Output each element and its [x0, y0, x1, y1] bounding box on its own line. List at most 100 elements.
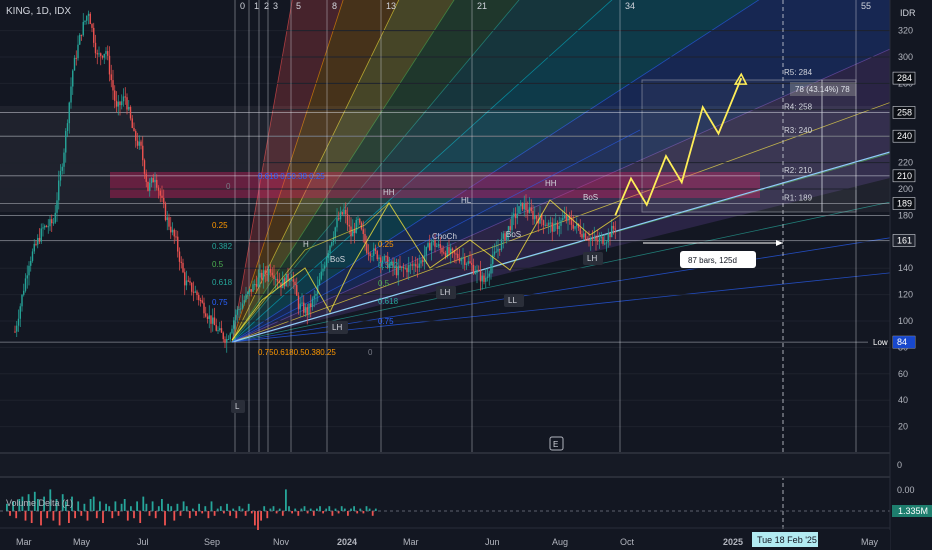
- volume-delta-title[interactable]: Volume Delta (1): [6, 498, 73, 508]
- volume-delta-bar: [114, 501, 117, 511]
- volume-delta-bar: [312, 511, 315, 516]
- candle-body: [579, 228, 581, 235]
- candle-body: [178, 251, 181, 262]
- candle-body: [185, 280, 188, 286]
- volume-delta-bar: [198, 503, 200, 511]
- candle-body: [250, 289, 252, 292]
- candle-body: [161, 195, 163, 198]
- candle-body: [157, 187, 160, 191]
- candle-body: [177, 236, 179, 252]
- candle-body: [369, 253, 371, 257]
- volume-delta-bar: [46, 511, 49, 519]
- candle-body: [243, 300, 245, 304]
- volume-delta-bar: [371, 511, 374, 516]
- candle-body: [154, 179, 156, 183]
- candle-body: [600, 236, 602, 239]
- price-tick: 40: [898, 395, 908, 405]
- candle-body: [497, 248, 499, 252]
- candle-body: [37, 237, 39, 245]
- price-tag: 240: [897, 131, 912, 141]
- candle-body: [254, 284, 256, 286]
- volume-delta-bar: [123, 499, 126, 511]
- candle-body: [135, 131, 137, 141]
- candle-body: [226, 339, 228, 343]
- time-tick: 2025: [723, 537, 743, 547]
- candle-body: [58, 180, 60, 201]
- currency-label[interactable]: IDR: [900, 8, 916, 18]
- candle-body: [418, 263, 420, 268]
- label-h: H: [303, 240, 309, 249]
- candle-body: [198, 295, 200, 301]
- price-tick: 220: [898, 158, 913, 168]
- candle-body: [338, 218, 340, 220]
- candle-body: [247, 292, 249, 295]
- candle-body: [542, 220, 545, 226]
- candle-body: [311, 298, 314, 307]
- resistance-label: R5: 284: [784, 68, 813, 77]
- time-tick: Mar: [16, 537, 32, 547]
- candle-body: [262, 270, 265, 280]
- candle-body: [191, 282, 193, 292]
- price-tick: 120: [898, 290, 913, 300]
- volume-delta-bar: [92, 496, 95, 511]
- candle-body: [129, 107, 132, 119]
- candle-body: [164, 203, 167, 220]
- candle-body: [175, 236, 177, 238]
- candle-body: [210, 315, 212, 324]
- candle-body: [516, 213, 518, 219]
- label-lh: LH: [587, 254, 597, 263]
- candle-body: [54, 212, 56, 223]
- candle-body: [73, 57, 76, 71]
- volume-delta-bar: [185, 506, 188, 511]
- volume-delta-bar: [238, 506, 241, 511]
- candle-body: [40, 228, 42, 242]
- label-hh: HH: [545, 179, 557, 188]
- candle-body: [65, 130, 67, 153]
- volume-delta-bar: [353, 506, 355, 511]
- candle-body: [476, 269, 478, 274]
- fib-level-label: 0.75: [378, 317, 394, 326]
- volume-delta-bar: [105, 503, 107, 511]
- volume-delta-bar: [297, 511, 300, 516]
- volume-delta-bar: [15, 511, 18, 519]
- time-tick: Mar: [403, 537, 419, 547]
- candle-body: [16, 325, 18, 332]
- candle-body: [208, 315, 210, 319]
- candle-body: [593, 237, 595, 239]
- volume-delta-bar: [154, 511, 157, 519]
- candle-body: [38, 237, 41, 242]
- candle-body: [563, 215, 566, 219]
- candle-body: [199, 300, 202, 302]
- candle-body: [611, 225, 613, 238]
- candle-body: [500, 238, 503, 250]
- volume-delta-bar: [173, 511, 176, 521]
- candle-body: [63, 152, 65, 167]
- chart-canvas[interactable]: 0 1 2 3 5 8 13 21 34 55 HHHHHBoSBoSBoSChoChHLLHLH…: [0, 0, 932, 550]
- candle-body: [294, 281, 296, 285]
- candle-body: [201, 300, 203, 303]
- candle-body: [77, 44, 79, 59]
- candle-body: [595, 237, 597, 241]
- candle-body: [374, 248, 377, 251]
- volume-delta-bar: [9, 511, 11, 516]
- candle-body: [131, 118, 133, 128]
- candle-body: [231, 328, 233, 334]
- candle-body: [364, 234, 366, 244]
- candle-body: [259, 272, 261, 278]
- candle-body: [481, 275, 483, 282]
- candle-body: [61, 166, 63, 171]
- volume-tick-zero: 0.00: [897, 485, 915, 495]
- candle-body: [451, 248, 454, 251]
- candle-body: [17, 318, 20, 326]
- volume-delta-bar: [145, 503, 148, 511]
- volume-delta-bar: [309, 508, 312, 511]
- time-tick: Nov: [273, 537, 290, 547]
- candle-body: [110, 74, 112, 81]
- volume-delta-bar: [229, 511, 231, 516]
- candle-body: [584, 233, 587, 240]
- candle-body: [553, 223, 555, 232]
- symbol-title[interactable]: KING, 1D, IDX: [6, 6, 71, 17]
- fib-top-levels: 0.618 0.50.38 0.25: [258, 172, 325, 181]
- candle-body: [187, 280, 189, 282]
- candle-body: [565, 215, 567, 221]
